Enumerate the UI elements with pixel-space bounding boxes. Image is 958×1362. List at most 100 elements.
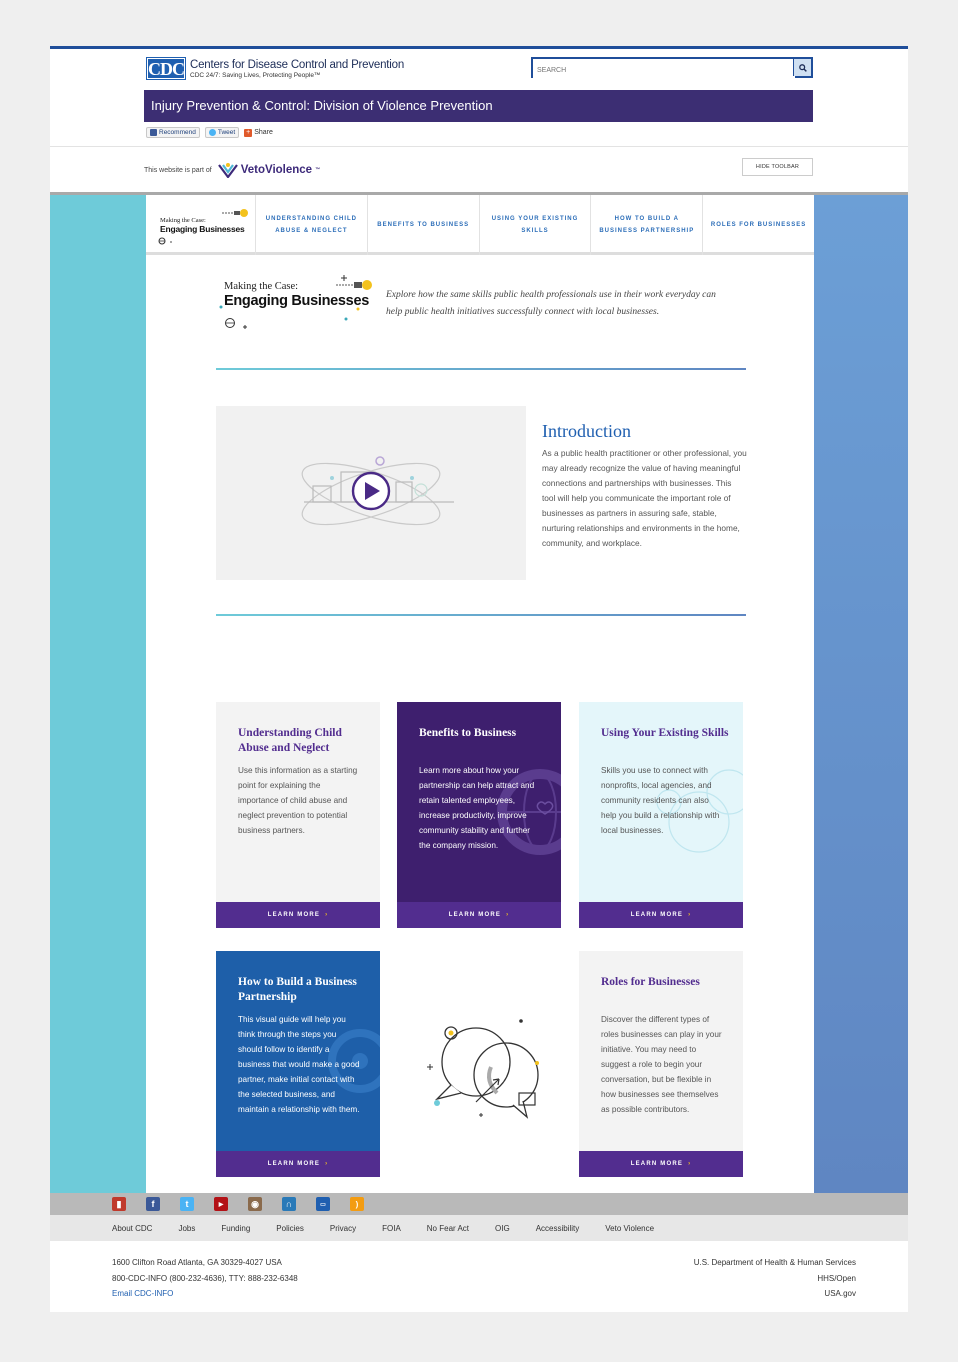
footer-link-about[interactable]: About CDC — [112, 1224, 152, 1233]
card-title: Understanding Child Abuse and Neglect — [238, 727, 342, 754]
learn-more-button[interactable]: LEARN MORE › — [216, 1151, 380, 1177]
intro-video[interactable] — [216, 406, 526, 580]
nav-home-logo[interactable]: Making the Case: Engaging Businesses — [146, 195, 256, 255]
card-benefits-to-business[interactable]: Benefits to Business Learn more about ho… — [397, 702, 561, 928]
left-color-band — [50, 195, 146, 1193]
veto-tm: ™ — [315, 167, 321, 173]
learn-more-button[interactable]: LEARN MORE › — [216, 902, 380, 928]
card-build-partnership[interactable]: How to Build a Business Partnership This… — [216, 951, 380, 1177]
tab-roles-for-businesses[interactable]: ROLES FOR BUSINESSES — [703, 195, 814, 255]
chevron-right-icon: › — [325, 912, 329, 918]
footer-link-no-fear-act[interactable]: No Fear Act — [427, 1224, 469, 1233]
recommend-button[interactable]: Recommend — [146, 127, 200, 138]
phone-line: 800-CDC-INFO (800-232-4636), TTY: 888-23… — [112, 1273, 298, 1283]
card-body: Skills you use to connect with nonprofit… — [601, 766, 720, 835]
main-content: Making the Case: Engaging Businesses UND… — [146, 195, 814, 1193]
site-title-bar[interactable]: Injury Prevention & Control: Division of… — [144, 90, 813, 122]
card-body: Use this information as a starting point… — [238, 766, 358, 835]
veto-toolbar: This website is part of VetoViolence ™ — [144, 162, 320, 178]
nav-brand-big: Engaging Businesses — [160, 223, 245, 234]
footer-link-privacy[interactable]: Privacy — [330, 1224, 356, 1233]
section-nav: Making the Case: Engaging Businesses UND… — [146, 195, 814, 255]
footer-social-icons: ▮ f t ▶ ◉ ∩ ▭ ) — [50, 1193, 908, 1215]
chevron-right-icon: › — [325, 1161, 329, 1167]
address-line: 1600 Clifton Road Atlanta, GA 30329-4027… — [112, 1258, 282, 1267]
tab-using-existing-skills[interactable]: USING YOUR EXISTING SKILLS — [480, 195, 592, 255]
footer-gov-links: U.S. Department of Health & Human Servic… — [694, 1255, 856, 1302]
email-link[interactable]: Email CDC-INFO — [112, 1286, 298, 1302]
learn-more-label: LEARN MORE — [267, 1161, 321, 1167]
part-of-label: This website is part of — [144, 166, 212, 174]
usa-gov-link[interactable]: USA.gov — [694, 1286, 856, 1302]
learn-more-button[interactable]: LEARN MORE › — [579, 1151, 743, 1177]
learn-more-label: LEARN MORE — [630, 912, 684, 918]
page-frame: CDC Centers for Disease Control and Prev… — [50, 46, 908, 1312]
hero-logo: Making the Case: Engaging Businesses — [219, 275, 374, 329]
podcast-icon[interactable]: ∩ — [282, 1197, 296, 1211]
card-title: Benefits to Business — [419, 727, 517, 739]
header-divider — [50, 146, 908, 147]
learn-more-label: LEARN MORE — [630, 1161, 684, 1167]
youtube-icon[interactable]: ▶ — [214, 1197, 228, 1211]
footer-link-accessibility[interactable]: Accessibility — [536, 1224, 580, 1233]
tab-build-partnership[interactable]: HOW TO BUILD A BUSINESS PARTNERSHIP — [591, 195, 704, 255]
tweet-button[interactable]: Tweet — [204, 127, 240, 138]
share-button[interactable]: + Share — [244, 128, 273, 137]
conversation-bubbles-illustration — [427, 1019, 539, 1119]
tweet-label: Tweet — [217, 129, 236, 136]
instagram-icon[interactable]: ◉ — [248, 1197, 262, 1211]
card-understanding-child-abuse[interactable]: Understanding Child Abuse and Neglect Us… — [216, 702, 380, 928]
card-using-existing-skills[interactable]: Using Your Existing Skills Skills you us… — [579, 702, 743, 928]
top-accent-bar — [50, 46, 908, 49]
footer-link-foia[interactable]: FOIA — [382, 1224, 401, 1233]
learn-more-button[interactable]: LEARN MORE › — [397, 902, 561, 928]
card-title: How to Build a Business Partnership — [238, 976, 357, 1003]
footer-link-jobs[interactable]: Jobs — [178, 1224, 195, 1233]
cdc-logo-mark: CDC — [146, 57, 186, 80]
cdc-logo[interactable]: CDC Centers for Disease Control and Prev… — [146, 57, 404, 80]
search-input[interactable] — [533, 62, 795, 79]
cdc-mobile-icon[interactable]: ▮ — [112, 1197, 126, 1211]
tab-understanding-child-abuse[interactable]: UNDERSTANDING CHILD ABUSE & NEGLECT — [256, 195, 368, 255]
right-color-band — [814, 195, 908, 1193]
card-title: Using Your Existing Skills — [601, 727, 729, 739]
footer-link-funding[interactable]: Funding — [221, 1224, 250, 1233]
footer-link-veto-violence[interactable]: Veto Violence — [605, 1224, 654, 1233]
veto-brand-name: VetoViolence — [240, 164, 313, 176]
share-label: Share — [254, 129, 273, 136]
learn-more-label: LEARN MORE — [448, 912, 502, 918]
globe-icon — [158, 237, 172, 245]
chevron-right-icon: › — [506, 912, 510, 918]
facebook-icon — [150, 129, 157, 136]
card-body: Learn more about how your partnership ca… — [419, 766, 535, 850]
card-roles-for-businesses[interactable]: Roles for Businesses Discover the differ… — [579, 951, 743, 1177]
footer-link-policies[interactable]: Policies — [276, 1224, 304, 1233]
facebook-icon[interactable]: f — [146, 1197, 160, 1211]
chevron-right-icon: › — [688, 912, 692, 918]
twitter-icon — [208, 129, 216, 136]
hhs-link[interactable]: U.S. Department of Health & Human Servic… — [694, 1255, 856, 1271]
veto-mark-icon — [217, 163, 238, 178]
footer-address: 1600 Clifton Road Atlanta, GA 30329-4027… — [112, 1255, 298, 1302]
card-body: This visual guide will help you think th… — [238, 1015, 360, 1114]
social-buttons: Recommend Tweet + Share — [146, 127, 273, 138]
search-box — [531, 57, 813, 79]
rss-icon[interactable]: ) — [350, 1197, 364, 1211]
intro-text: As a public health practitioner or other… — [542, 448, 747, 548]
intro-title: Introduction — [542, 421, 631, 441]
vetoviolence-logo[interactable]: VetoViolence ™ — [217, 162, 321, 178]
chevron-right-icon: › — [688, 1161, 692, 1167]
search-button[interactable] — [793, 59, 811, 76]
tab-benefits-to-business[interactable]: BENEFITS TO BUSINESS — [368, 195, 480, 255]
hide-toolbar-button[interactable]: HIDE TOOLBAR — [742, 158, 813, 176]
cdc-tv-icon[interactable]: ▭ — [316, 1197, 330, 1211]
recommend-label: Recommend — [159, 129, 196, 136]
video-thumbnail-illustration — [301, 456, 454, 526]
footer-link-oig[interactable]: OIG — [495, 1224, 510, 1233]
learn-more-button[interactable]: LEARN MORE › — [579, 902, 743, 928]
footer-links: About CDC Jobs Funding Policies Privacy … — [50, 1215, 908, 1241]
search-icon — [798, 63, 807, 72]
hhs-open-link[interactable]: HHS/Open — [694, 1271, 856, 1287]
twitter-icon[interactable]: t — [180, 1197, 194, 1211]
share-plus-icon: + — [244, 128, 253, 137]
